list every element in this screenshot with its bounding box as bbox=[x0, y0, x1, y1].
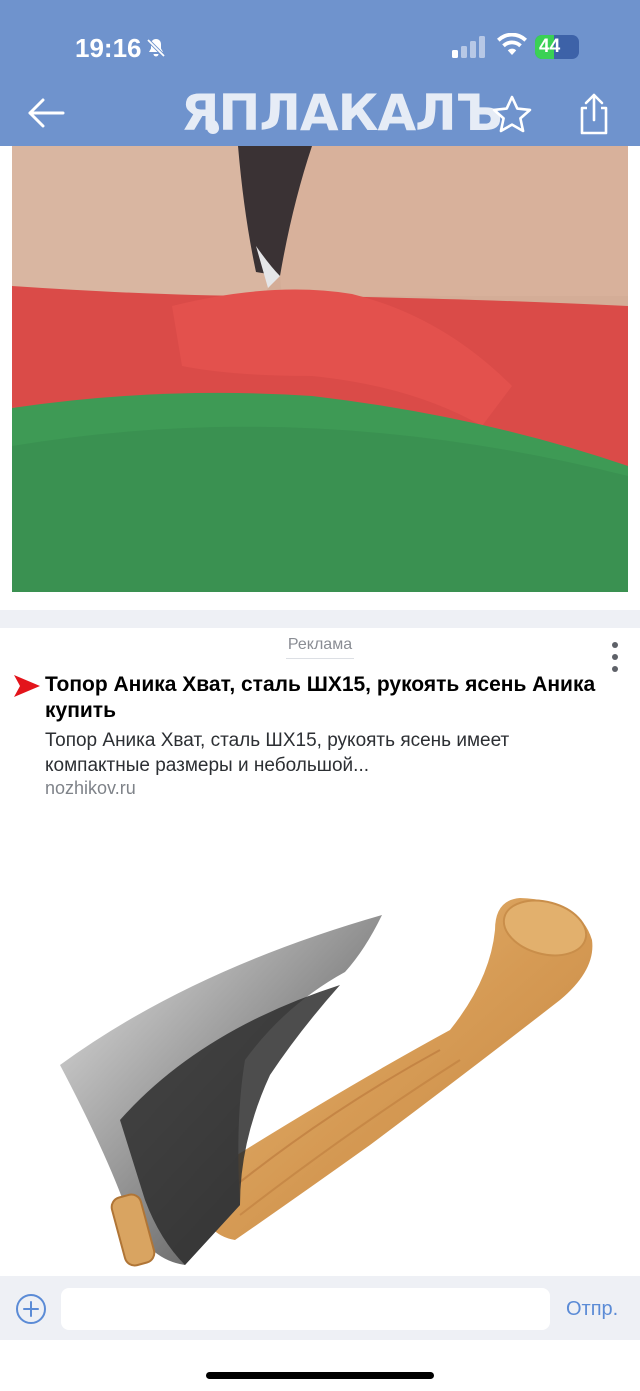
bell-off-icon bbox=[146, 38, 166, 58]
plus-circle-icon[interactable] bbox=[15, 1293, 47, 1325]
battery-indicator: 44 bbox=[535, 35, 579, 59]
status-time: 19:16 bbox=[75, 33, 142, 63]
star-icon[interactable] bbox=[490, 93, 534, 137]
ad-title-link[interactable]: Топор Аника Хват, сталь ШХ15, рукоять яс… bbox=[45, 672, 605, 724]
share-icon[interactable] bbox=[574, 92, 614, 136]
comment-input[interactable] bbox=[61, 1288, 550, 1330]
dot-icon bbox=[612, 654, 618, 660]
section-divider bbox=[0, 610, 640, 628]
home-indicator[interactable] bbox=[206, 1372, 434, 1379]
app-header: 19:16 44 ЯПЛАКАЛЪ bbox=[0, 0, 640, 146]
logo-drop-icon bbox=[207, 120, 219, 134]
ad-label-underline bbox=[286, 658, 354, 659]
dot-icon bbox=[612, 642, 618, 648]
ad-description: Топор Аника Хват, сталь ШХ15, рукоять яс… bbox=[45, 730, 510, 776]
back-arrow-icon[interactable] bbox=[26, 95, 66, 131]
ad-product-image[interactable] bbox=[40, 860, 620, 1280]
dot-icon bbox=[612, 666, 618, 672]
site-logo[interactable]: ЯПЛАКАЛЪ bbox=[181, 84, 503, 142]
battery-percent: 44 bbox=[539, 36, 561, 57]
wifi-icon bbox=[497, 33, 527, 55]
cellular-signal-icon bbox=[452, 36, 485, 58]
post-photo[interactable] bbox=[12, 146, 628, 592]
ad-domain[interactable]: nozhikov.ru bbox=[45, 778, 136, 799]
send-button[interactable]: Отпр. bbox=[566, 1298, 618, 1321]
ad-arrow-icon bbox=[14, 675, 40, 697]
ad-label: Реклама bbox=[287, 636, 353, 653]
ad-options-button[interactable] bbox=[607, 642, 623, 678]
